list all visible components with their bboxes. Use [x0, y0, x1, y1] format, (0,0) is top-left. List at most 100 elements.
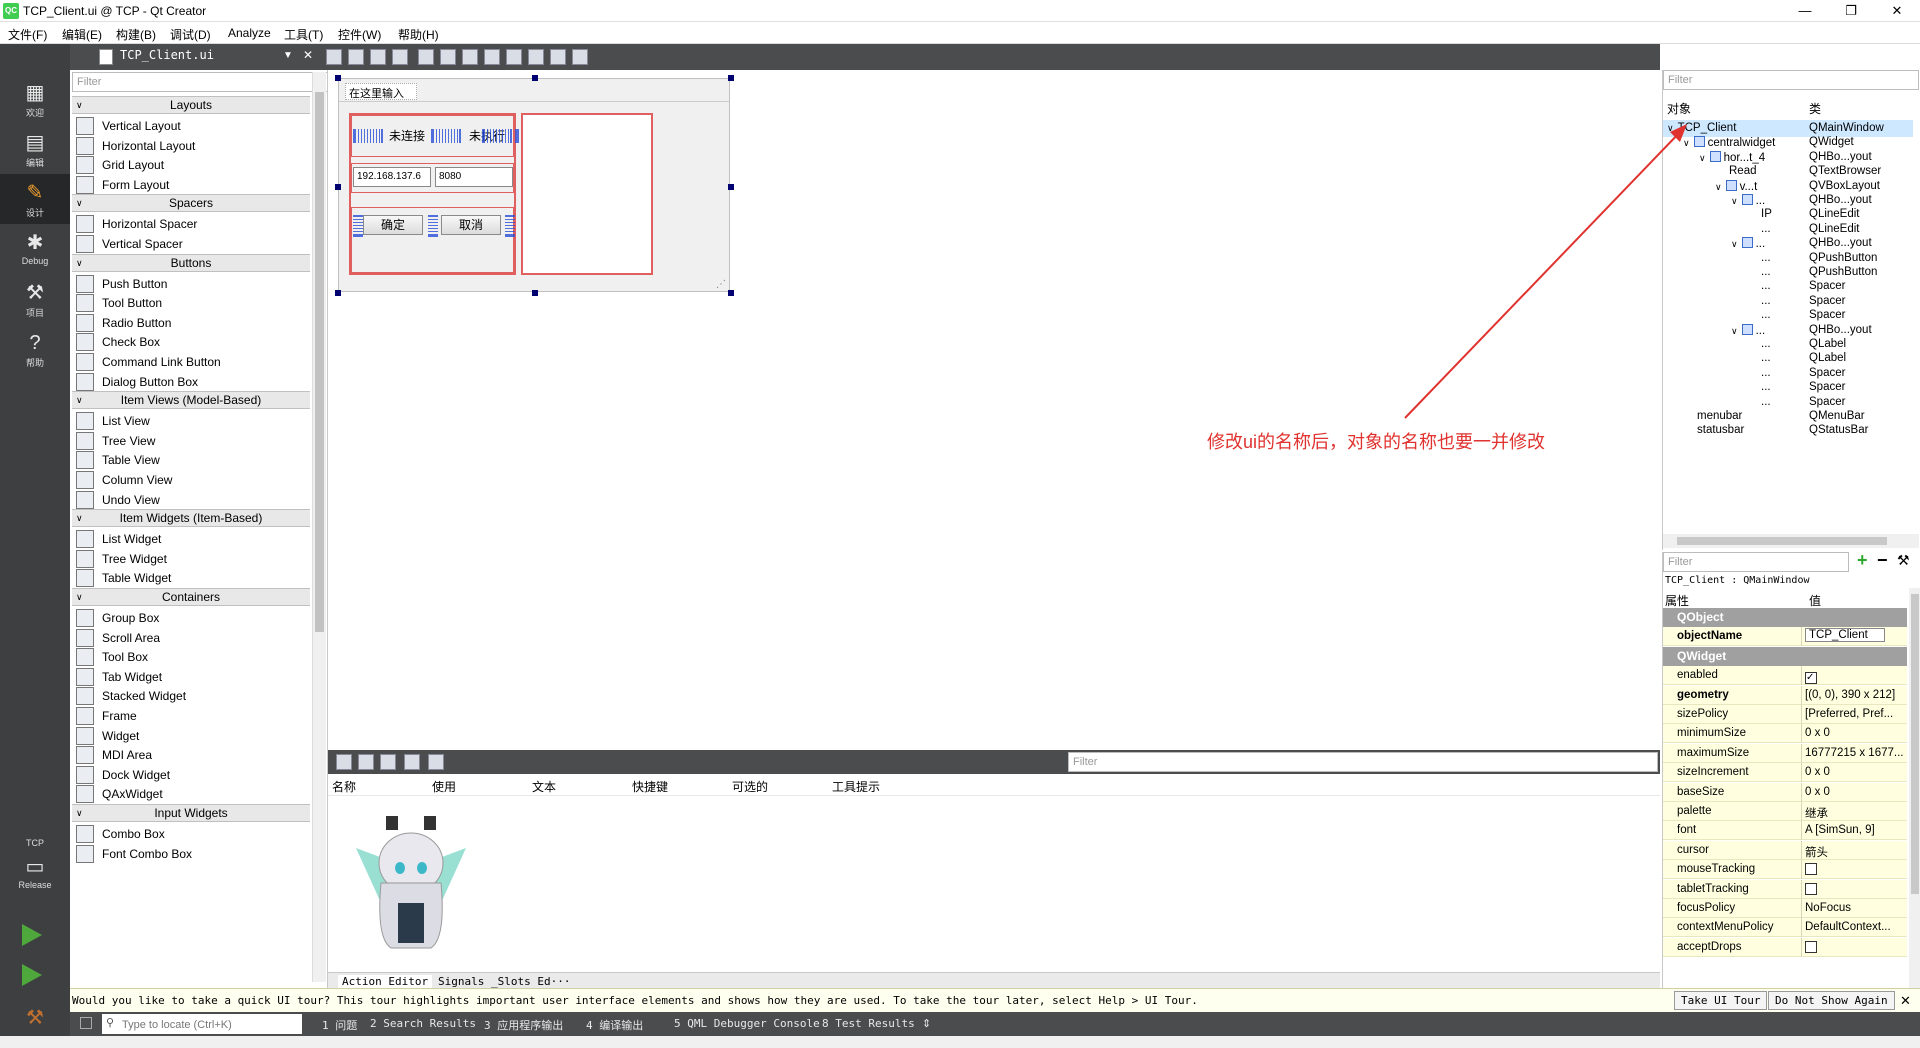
object-h-scrollbar[interactable]: [1663, 534, 1919, 548]
selection-handle[interactable]: [532, 290, 538, 296]
menu-tools[interactable]: 工具(T): [284, 26, 323, 43]
object-filter-input[interactable]: Filter: [1663, 70, 1919, 90]
property-value[interactable]: [Preferred, Pref...: [1805, 708, 1893, 720]
toggle-sidebar-icon[interactable]: [80, 1017, 92, 1029]
scrollbar-thumb[interactable]: [1677, 537, 1887, 545]
minimize-button[interactable]: —: [1782, 0, 1828, 22]
adjust-size-icon[interactable]: [572, 49, 588, 65]
button-spacer[interactable]: [353, 215, 363, 237]
horizontal-spacer[interactable]: [431, 129, 461, 143]
read-text-browser[interactable]: [521, 113, 653, 275]
col-name[interactable]: 名称: [332, 778, 356, 795]
horizontal-spacer[interactable]: [482, 129, 512, 143]
widget-box-scrollbar[interactable]: [312, 72, 326, 982]
property-row[interactable]: sizeIncrement 0 x 0: [1663, 763, 1907, 783]
run-icon[interactable]: [22, 924, 42, 946]
menu-file[interactable]: 文件(F): [8, 26, 47, 43]
delete-action-icon[interactable]: [404, 754, 420, 770]
debug-run-icon[interactable]: [22, 964, 42, 986]
expand-arrow-icon[interactable]: ∨: [1731, 239, 1738, 249]
menu-widgets[interactable]: 控件(W): [338, 26, 381, 43]
edit-buddies-icon[interactable]: [370, 49, 386, 65]
property-row[interactable]: sizePolicy [Preferred, Pref...: [1663, 705, 1907, 724]
selection-handle[interactable]: [728, 75, 734, 81]
pane-search-results[interactable]: 2 Search Results: [370, 1017, 476, 1030]
pane-issues[interactable]: 1 问题: [322, 1017, 357, 1033]
widget-category[interactable]: ∨ Layouts: [72, 96, 310, 114]
cancel-button[interactable]: 取消: [441, 215, 501, 235]
property-value[interactable]: 0 x 0: [1805, 727, 1830, 739]
property-section[interactable]: QObject: [1663, 608, 1907, 627]
property-value[interactable]: TCP_Client: [1805, 628, 1885, 643]
expand-arrow-icon[interactable]: ∨: [1715, 182, 1722, 192]
widget-category[interactable]: ∨ Containers: [72, 588, 310, 606]
property-value[interactable]: NoFocus: [1805, 902, 1851, 914]
layout-vertical-icon[interactable]: [440, 49, 456, 65]
selection-handle[interactable]: [335, 184, 341, 190]
widget-item[interactable]: Dialog Button Box: [74, 371, 310, 393]
property-value[interactable]: 箭头: [1805, 844, 1828, 860]
document-name[interactable]: TCP_Client.ui: [120, 48, 214, 62]
property-value[interactable]: 继承: [1805, 805, 1828, 821]
break-layout-icon[interactable]: [550, 49, 566, 65]
configure-icon[interactable]: ⚒: [1897, 552, 1910, 569]
property-checkbox[interactable]: [1805, 863, 1817, 876]
scrollbar-thumb[interactable]: [1911, 594, 1919, 894]
property-value[interactable]: DefaultContext...: [1805, 921, 1891, 933]
menu-edit[interactable]: 编辑(E): [62, 26, 102, 43]
mode-welcome[interactable]: ▦ 欢迎: [0, 74, 70, 124]
mode-edit[interactable]: ▤ 编辑: [0, 124, 70, 174]
col-class-header[interactable]: 类: [1809, 100, 1821, 117]
edit-tab-order-icon[interactable]: [392, 49, 408, 65]
menu-analyze[interactable]: Analyze: [228, 26, 271, 40]
pane-compile-output[interactable]: 4 编译输出: [586, 1017, 643, 1033]
property-checkbox[interactable]: [1805, 882, 1817, 895]
col-shortcut[interactable]: 快捷键: [632, 778, 668, 795]
widget-item[interactable]: Form Layout: [74, 174, 310, 196]
menu-debug[interactable]: 调试(D): [170, 26, 211, 43]
close-tour-icon[interactable]: ✕: [1900, 993, 1911, 1009]
property-row[interactable]: palette 继承: [1663, 802, 1907, 821]
widget-category[interactable]: ∨ Item Views (Model-Based): [72, 391, 310, 410]
col-used[interactable]: 使用: [432, 778, 456, 795]
property-value[interactable]: A [SimSun, 9]: [1805, 824, 1875, 836]
mode-projects[interactable]: ⚒ 项目: [0, 274, 70, 324]
menu-help[interactable]: 帮助(H): [398, 26, 439, 43]
new-action-icon[interactable]: [336, 754, 352, 770]
widget-item[interactable]: QAxWidget: [74, 783, 310, 805]
property-row[interactable]: minimumSize 0 x 0: [1663, 724, 1907, 744]
property-row[interactable]: mouseTracking: [1663, 860, 1907, 880]
pane-test-results[interactable]: 8 Test Results: [822, 1017, 915, 1030]
main-window-form[interactable]: 在这里输入 未连接 未执行 192.168.137.6 8080 确定 取消 ⋰: [338, 78, 730, 292]
widget-category[interactable]: ∨ Spacers: [72, 194, 310, 213]
property-row[interactable]: font A [SimSun, 9]: [1663, 821, 1907, 841]
pane-chooser-icon[interactable]: ⇕: [922, 1017, 931, 1030]
ip-line-edit[interactable]: 192.168.137.6: [353, 167, 431, 187]
build-button[interactable]: ⚒: [0, 999, 70, 1039]
widget-category[interactable]: ∨ Buttons: [72, 253, 310, 272]
status-label[interactable]: 未连接: [389, 127, 425, 144]
pane-app-output[interactable]: 3 应用程序输出: [484, 1017, 563, 1033]
layout-horizontal-icon[interactable]: [418, 49, 434, 65]
copy-action-icon[interactable]: [358, 754, 374, 770]
port-line-edit[interactable]: 8080: [435, 167, 513, 187]
layout-splitter-v-icon[interactable]: [484, 49, 500, 65]
selection-handle[interactable]: [728, 184, 734, 190]
mode-help[interactable]: ? 帮助: [0, 324, 70, 374]
property-row[interactable]: contextMenuPolicy DefaultContext...: [1663, 918, 1907, 938]
property-row[interactable]: geometry [(0, 0), 390 x 212]: [1663, 685, 1907, 705]
property-row[interactable]: enabled ✓: [1663, 666, 1907, 686]
object-tree-row[interactable]: statusbar QStatusBar: [1663, 422, 1913, 439]
col-property-header[interactable]: 属性: [1665, 592, 1689, 609]
widget-category[interactable]: ∨ Item Widgets (Item-Based): [72, 509, 310, 528]
property-row[interactable]: focusPolicy NoFocus: [1663, 899, 1907, 918]
take-tour-button[interactable]: Take UI Tour: [1674, 991, 1768, 1010]
selection-handle[interactable]: [335, 75, 341, 81]
edit-signals-icon[interactable]: [348, 49, 364, 65]
resize-grip-icon[interactable]: ⋰: [716, 279, 726, 290]
property-section[interactable]: QWidget: [1663, 646, 1907, 666]
widget-category[interactable]: ∨ Input Widgets: [72, 804, 310, 822]
mode-debug[interactable]: ✱ Debug: [0, 224, 70, 274]
button-spacer[interactable]: [505, 215, 515, 237]
col-checkable[interactable]: 可选的: [732, 778, 768, 795]
